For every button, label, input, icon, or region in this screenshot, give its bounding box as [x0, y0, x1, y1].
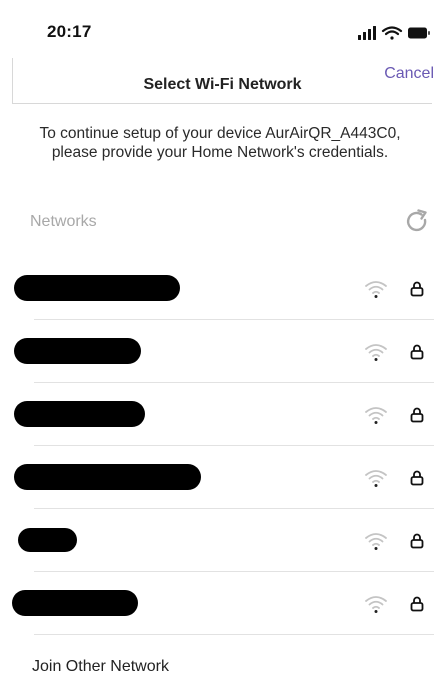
network-row[interactable]	[0, 258, 434, 320]
row-divider	[34, 319, 434, 320]
redacted-network-name	[14, 275, 180, 301]
lock-icon	[410, 596, 424, 612]
refresh-icon[interactable]	[403, 208, 431, 236]
wifi-signal-icon	[365, 281, 387, 298]
network-row[interactable]	[0, 573, 434, 635]
redacted-network-name	[12, 590, 138, 616]
page-title: Select Wi-Fi Network	[143, 76, 302, 93]
wifi-signal-icon	[365, 596, 387, 613]
status-icons	[358, 26, 430, 40]
row-divider	[34, 508, 434, 509]
lock-icon	[410, 281, 424, 297]
network-row[interactable]	[0, 384, 434, 446]
redacted-network-name	[14, 401, 145, 427]
row-divider	[34, 382, 434, 383]
lock-icon	[410, 407, 424, 423]
redacted-network-name	[14, 338, 141, 364]
wifi-signal-icon	[365, 470, 387, 487]
row-divider	[34, 571, 434, 572]
status-time: 20:17	[47, 22, 92, 41]
network-row[interactable]	[0, 510, 434, 572]
wifi-signal-icon	[365, 344, 387, 361]
lock-icon	[410, 344, 424, 360]
wifi-signal-icon	[365, 533, 387, 550]
lock-icon	[410, 470, 424, 486]
wifi-signal-icon	[365, 407, 387, 424]
networks-section-label: Networks	[30, 213, 97, 230]
redacted-network-name	[14, 464, 201, 490]
network-row[interactable]	[0, 321, 434, 383]
wifi-status-icon	[381, 26, 403, 40]
join-other-network-button[interactable]: Join Other Network	[32, 658, 169, 676]
redacted-network-name	[18, 528, 77, 552]
setup-instructions: To continue setup of your device AurAirQ…	[39, 125, 401, 161]
status-bar: 20:17	[0, 0, 434, 58]
signal-icon	[358, 26, 376, 40]
lock-icon	[410, 533, 424, 549]
network-row[interactable]	[0, 447, 434, 509]
row-divider	[34, 445, 434, 446]
cancel-button[interactable]: Cancel	[384, 65, 434, 83]
row-divider	[34, 634, 434, 635]
battery-icon	[408, 27, 430, 39]
nav-bar: Select Wi-Fi Network Cancel	[12, 58, 434, 104]
